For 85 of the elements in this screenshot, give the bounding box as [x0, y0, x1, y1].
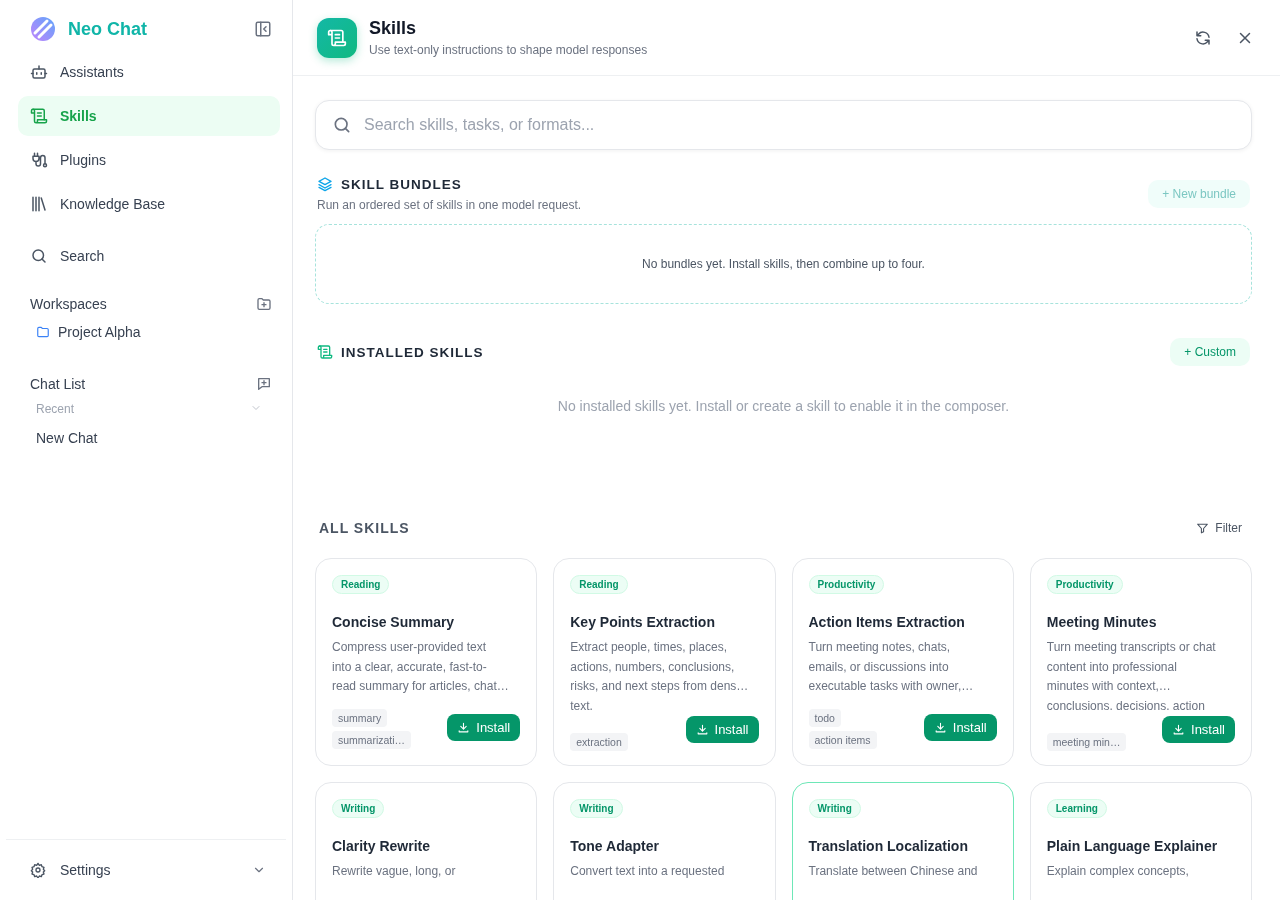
- download-icon: [695, 723, 709, 736]
- custom-button[interactable]: + Custom: [1170, 338, 1250, 366]
- skill-card[interactable]: Productivity Meeting Minutes Turn meeting transcripts or chat content into professional minutes with context,… conclusions. decisions. action meeting min… Install: [1029, 558, 1252, 766]
- search-field[interactable]: Search skills, tasks, or formats...: [315, 100, 1252, 150]
- books-icon: [30, 195, 48, 213]
- empty-message: No installed skills yet. Install or create a skill to enable it in the composer.: [557, 398, 1010, 414]
- skill-description: Turn meeting transcripts or chat content into professional minutes with context,… conclusions. decisions. action: [1046, 639, 1217, 715]
- keyword-tag: extraction: [570, 733, 628, 751]
- filter-button[interactable]: Filter: [1190, 520, 1248, 536]
- nav-item[interactable]: Knowledge Base: [18, 184, 280, 224]
- category-tag: Reading: [332, 575, 390, 594]
- skill-title: Tone Adapter: [570, 838, 660, 854]
- category-tag: Productivity: [808, 575, 885, 594]
- skill-title: Clarity Rewrite: [332, 838, 432, 854]
- new-chat-icon: [256, 376, 272, 392]
- settings-item[interactable]: Settings: [30, 862, 111, 878]
- category-tag: Productivity: [1046, 575, 1123, 594]
- category-tag: Writing: [332, 799, 385, 818]
- category-tag: Writing: [808, 799, 861, 818]
- install-button[interactable]: Install: [447, 714, 521, 741]
- skill-card[interactable]: Writing Clarity Rewrite Rewrite vague, long, or: [315, 782, 538, 900]
- keyword-tag: summarizati…: [332, 731, 412, 749]
- download-icon: [457, 721, 471, 734]
- skill-title: Key Points Extraction: [570, 614, 716, 630]
- page-subtitle: Use text-only instructions to shape model responses: [369, 43, 648, 57]
- skill-card[interactable]: Learning Plain Language Explainer Explain complex concepts,: [1029, 782, 1252, 900]
- group-label: Recent: [36, 402, 75, 416]
- section-title: ALL SKILLS: [319, 520, 410, 536]
- nav-item[interactable]: Plugins: [18, 140, 280, 180]
- section-subtitle: Run an ordered set of skills in one model request.: [317, 198, 582, 212]
- app-name: Neo Chat: [68, 18, 147, 40]
- skill-description: Translate between Chinese and: [808, 863, 979, 880]
- skill-card[interactable]: Reading Concise Summary Compress user-provided text into a clear, accurate, fast-to- read summary for articles, chat… summary summarizati… Install: [315, 558, 538, 766]
- scroll-icon: [30, 107, 48, 125]
- refresh-icon: [1194, 28, 1212, 47]
- page-title: Skills: [369, 18, 418, 39]
- nav-item[interactable]: Assistants: [18, 52, 280, 92]
- skill-title: Plain Language Explainer: [1046, 838, 1219, 854]
- keyword-tag: summary: [332, 709, 388, 727]
- keyword-tag: action items: [808, 731, 877, 749]
- layers-icon: [317, 176, 333, 192]
- chat-item[interactable]: New Chat: [0, 420, 292, 456]
- filter-icon: [1196, 521, 1210, 535]
- install-button[interactable]: Install: [685, 716, 759, 743]
- skill-card[interactable]: Writing Tone Adapter Convert text into a requested: [553, 782, 776, 900]
- logo-icon: [30, 16, 56, 42]
- workspace-item[interactable]: Project Alpha: [0, 316, 292, 348]
- search-icon: [30, 247, 48, 265]
- download-icon: [933, 721, 947, 734]
- category-tag: Writing: [570, 799, 623, 818]
- category-tag: Learning: [1046, 799, 1107, 818]
- skill-description: Extract people, times, places, actions, numbers, conclusions, risks, and next steps from dens… text.: [570, 639, 750, 715]
- skill-description: Convert text into a requested: [570, 863, 726, 880]
- empty-message: No bundles yet. Install skills, then combine up to four.: [642, 257, 925, 271]
- section-title: Chat List: [30, 376, 86, 392]
- skill-title: Concise Summary: [332, 614, 456, 630]
- scroll-icon: [317, 344, 333, 360]
- skill-description: Explain complex concepts,: [1046, 863, 1190, 880]
- nav-item[interactable]: Search: [18, 236, 280, 276]
- skill-description: Rewrite vague, long, or: [332, 863, 457, 880]
- section-title: Workspaces: [30, 296, 107, 312]
- skill-card[interactable]: Reading Key Points Extraction Extract people, times, places, actions, numbers, conclusions, risks, and next steps from dens… text. extraction Install: [553, 558, 776, 766]
- skill-description: Compress user-provided text into a clear, accurate, fast-to- read summary for articles, chat…: [332, 639, 510, 695]
- plug-icon: [30, 151, 48, 169]
- scroll-icon: [327, 27, 347, 48]
- settings-icon: [30, 862, 46, 878]
- download-icon: [1172, 723, 1186, 736]
- skill-title: Translation Localization: [808, 838, 969, 854]
- skill-title: Action Items Extraction: [808, 614, 966, 630]
- search-icon: [332, 115, 352, 135]
- keyword-tag: todo: [808, 709, 841, 727]
- skill-card[interactable]: Productivity Action Items Extraction Turn meeting notes, chats, emails, or discussions into executable tasks with owner,… todo action items Install: [791, 558, 1014, 766]
- sidebar-collapse-icon: [254, 20, 272, 38]
- skill-title: Meeting Minutes: [1046, 614, 1158, 630]
- section-title: SKILL BUNDLES: [341, 176, 462, 192]
- keyword-tag: meeting min…: [1046, 733, 1127, 751]
- category-tag: Reading: [570, 575, 628, 594]
- install-button[interactable]: Install: [923, 714, 997, 741]
- install-button[interactable]: Install: [1162, 716, 1235, 743]
- folder-plus-icon: [256, 296, 272, 312]
- section-title: INSTALLED SKILLS: [341, 344, 484, 360]
- skill-description: Turn meeting notes, chats, emails, or discussions into executable tasks with owner,…: [808, 639, 975, 695]
- skill-card[interactable]: Writing Translation Localization Translate between Chinese and: [791, 782, 1014, 900]
- folder-icon: [36, 325, 50, 339]
- robot-icon: [30, 63, 48, 81]
